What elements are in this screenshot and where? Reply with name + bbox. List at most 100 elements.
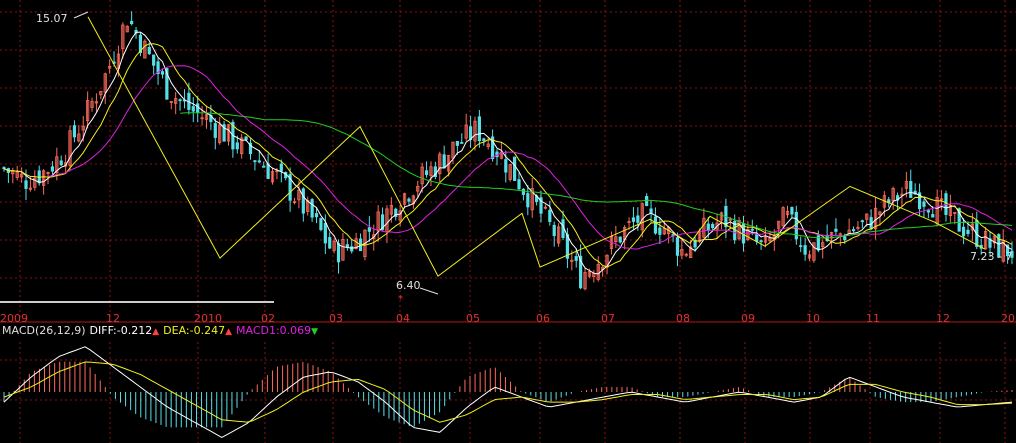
candle-body [922,201,926,207]
high-price-label: 15.07 [36,12,68,25]
candle-body [367,227,371,232]
candle-body [706,223,710,231]
candle-body [310,199,314,218]
x-tick-label: 07 [601,312,615,325]
candle-body [50,166,55,172]
candle-body [851,229,856,232]
candle-body [843,235,847,241]
candle-body [631,217,636,222]
macd-arrow-icon: ▼ [311,327,319,337]
candle-body [460,142,464,144]
x-tick-label: 2011 [1001,312,1016,325]
candle-body [966,229,970,234]
candle-body [931,214,935,218]
candle-body [262,165,266,168]
candle-body [926,210,930,213]
candle-body [803,245,807,255]
macd1-value: MACD1:0.069 [236,324,312,337]
candle-body [152,54,156,66]
candle-body [424,170,429,176]
candle-body [799,245,803,248]
low-label-leader [419,287,439,295]
candle-body [407,198,411,202]
zigzag-lines: * [73,11,986,305]
candle-body [72,125,77,138]
diff-arrow-icon: ▲ [152,327,160,337]
candle-body [253,160,257,163]
candle-body [645,195,649,206]
candle-body [244,136,248,140]
x-tick-label: 10 [806,312,820,325]
candle-body [178,99,182,102]
candle-body [548,209,552,222]
candle-body [455,140,459,146]
candle-body [552,224,556,237]
candle-body [513,156,517,181]
x-tick-label: 12 [936,312,950,325]
candle-body [517,179,521,190]
candle-body [711,223,715,229]
candle-body [477,116,481,142]
candle-body [279,163,283,172]
candle-body [790,207,794,215]
candle-body [649,208,653,214]
candle-body [350,246,354,252]
moving-averages [3,31,1013,275]
x-tick-label: 03 [329,312,343,325]
ma-magenta-line [47,65,1013,250]
candle-body [323,222,327,244]
candle-body [314,213,319,218]
candle-body [235,142,239,150]
candle-body [213,123,217,138]
candle-body [653,216,658,234]
candle-body [755,234,759,242]
scroll-bar [0,301,274,303]
x-tick-label: 08 [676,312,690,325]
candle-body [328,237,332,249]
candle-body [191,106,195,112]
candle-body [658,227,662,235]
candle-body [336,243,341,263]
candle-body [961,226,966,237]
x-tick-label: 05 [466,312,480,325]
high-label-leader [73,11,89,19]
candle-body [834,228,838,232]
candle-body [860,220,864,223]
x-tick-label: 04 [396,312,410,325]
macd-title: MACD(26,12,9) [2,324,86,337]
candle-body [160,71,165,75]
candle-body [442,154,446,169]
low-price-label: 6.40 [396,279,421,292]
candle-body [257,160,261,163]
candle-body [196,103,200,113]
x-tick-label: 11 [866,312,880,325]
ma-green-line [180,112,1013,239]
candle-body [675,237,680,256]
latest-price-label: 7.23 - 7 [970,250,1012,263]
candle-body [345,244,349,248]
low-marker-icon: * [398,294,403,305]
macd-header: MACD(26,12,9) DIFF:-0.212▲ DEA:-0.247▲ MACD… [2,324,322,340]
candle-body [574,256,578,261]
candle-body [482,138,486,141]
candle-body [618,236,622,243]
candle-body [266,163,270,179]
candles [2,11,1014,291]
x-tick-label: 06 [536,312,550,325]
dea-value: DEA:-0.247 [163,324,226,337]
candle-body [24,180,28,189]
zigzag-path [87,16,986,277]
x-tick-label: 09 [741,312,755,325]
candle-body [750,228,754,231]
candle-body [130,20,134,25]
dea-arrow-icon: ▲ [225,327,232,337]
candle-body [59,160,63,166]
diff-value: DIFF:-0.212 [89,324,153,337]
candle-body [301,188,305,214]
candle-body [636,215,640,223]
candle-body [319,218,323,231]
ma-white-line [3,31,1013,275]
candle-body [521,188,526,195]
candle-body [759,240,763,243]
candle-body [909,181,913,198]
